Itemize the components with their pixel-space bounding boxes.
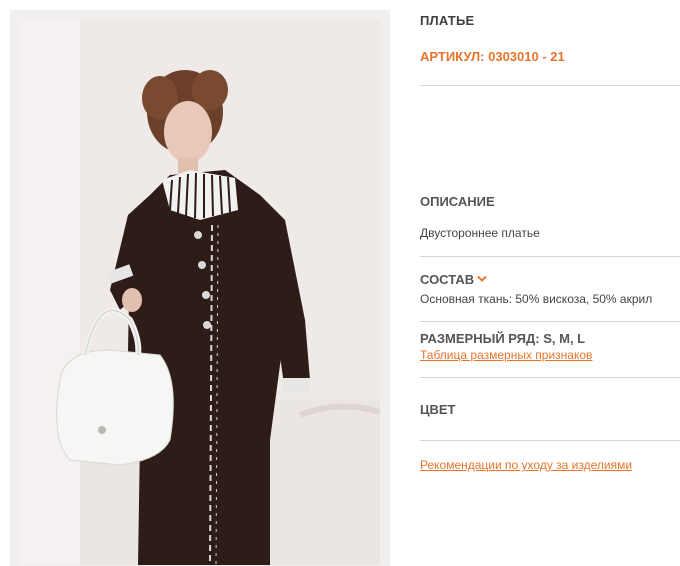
divider (420, 377, 680, 378)
color-heading: ЦВЕТ (420, 402, 456, 417)
product-photo[interactable] (20, 20, 380, 565)
product-title: ПЛАТЬЕ (420, 13, 475, 28)
size-table-link[interactable]: Таблица размерных признаков (420, 348, 592, 362)
sizes-heading: РАЗМЕРНЫЙ РЯД: (420, 331, 540, 346)
article-value: 0303010 - 21 (488, 49, 565, 64)
divider (420, 85, 680, 86)
article-label: АРТИКУЛ: (420, 49, 485, 64)
divider (420, 440, 680, 441)
description-text: Двустороннее платье (420, 226, 540, 240)
description-heading: ОПИСАНИЕ (420, 194, 495, 209)
divider (420, 321, 680, 322)
composition-toggle[interactable]: СОСТАВ (420, 272, 487, 287)
composition-heading: СОСТАВ (420, 272, 475, 287)
sizes-values: S, M, L (543, 331, 586, 346)
product-article: АРТИКУЛ: 0303010 - 21 (420, 49, 565, 64)
sizes-row: РАЗМЕРНЫЙ РЯД: S, M, L (420, 331, 585, 346)
divider (420, 256, 680, 257)
composition-text: Основная ткань: 50% вискоза, 50% акрил (420, 292, 653, 306)
care-recommendations-link[interactable]: Рекомендации по уходу за изделиями (420, 458, 632, 472)
chevron-down-icon (477, 272, 487, 286)
